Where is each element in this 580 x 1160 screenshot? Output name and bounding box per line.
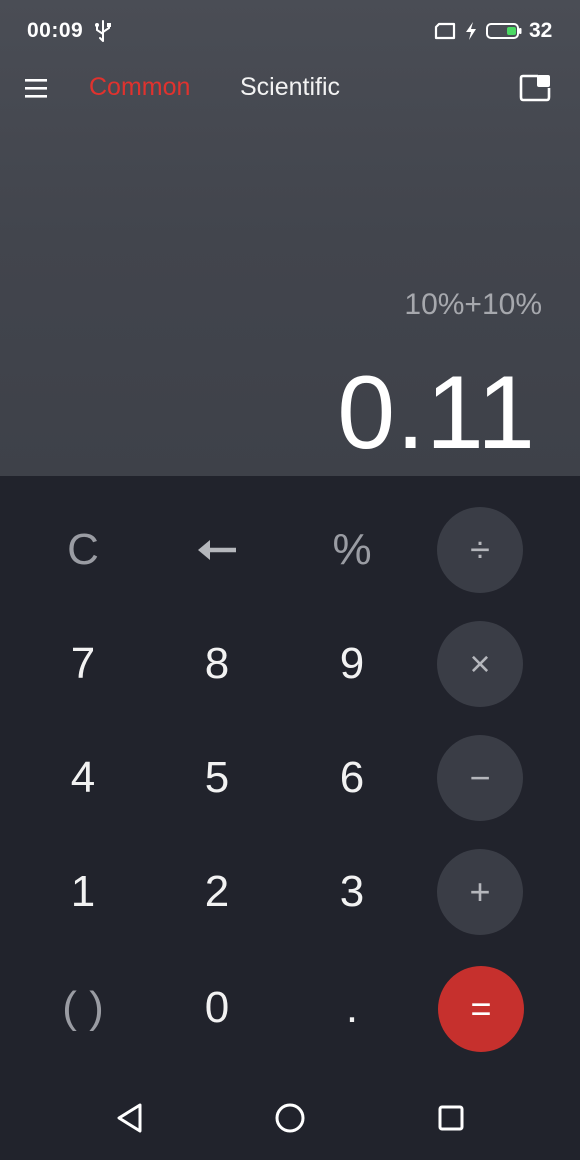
menu-button[interactable] (22, 72, 50, 104)
floating-window-icon (519, 74, 551, 102)
percent-button[interactable]: % (308, 506, 396, 594)
digit-7-button[interactable]: 7 (39, 620, 127, 708)
recents-icon (438, 1105, 464, 1131)
result-display: 0.11 (337, 355, 536, 471)
add-button[interactable]: + (437, 849, 523, 935)
battery-level: 32 (529, 19, 553, 42)
clear-button[interactable]: C (39, 506, 127, 594)
back-icon (117, 1103, 142, 1133)
home-icon (275, 1103, 305, 1133)
digit-5-button[interactable]: 5 (173, 734, 261, 822)
digit-6-button[interactable]: 6 (308, 734, 396, 822)
navigation-bar (0, 1090, 580, 1160)
nav-home-button[interactable] (270, 1098, 310, 1138)
digit-0-button[interactable]: 0 (173, 964, 261, 1052)
expression-display: 10%+10% (404, 288, 542, 321)
divide-button[interactable]: ÷ (437, 507, 523, 593)
usb-icon (95, 20, 111, 42)
parentheses-button[interactable]: ( ) (39, 964, 127, 1052)
digit-8-button[interactable]: 8 (173, 620, 261, 708)
nav-back-button[interactable] (110, 1098, 150, 1138)
digit-3-button[interactable]: 3 (308, 848, 396, 936)
sim-icon (434, 22, 456, 40)
digit-2-button[interactable]: 2 (173, 848, 261, 936)
digit-4-button[interactable]: 4 (39, 734, 127, 822)
nav-recents-button[interactable] (431, 1098, 471, 1138)
backspace-icon (198, 540, 236, 560)
tab-scientific[interactable]: Scientific (240, 73, 340, 102)
digit-1-button[interactable]: 1 (39, 848, 127, 936)
tab-common[interactable]: Common (89, 73, 190, 102)
equals-button[interactable]: = (438, 966, 524, 1052)
digit-9-button[interactable]: 9 (308, 620, 396, 708)
floating-window-button[interactable] (518, 73, 552, 103)
subtract-button[interactable]: − (437, 735, 523, 821)
status-time: 00:09 (27, 19, 84, 42)
backspace-button[interactable] (173, 506, 261, 594)
battery-icon (486, 23, 522, 39)
menu-icon (25, 79, 47, 98)
status-bar: 00:09 32 (0, 0, 580, 62)
multiply-button[interactable]: × (437, 621, 523, 707)
decimal-button[interactable]: . (308, 964, 396, 1052)
charging-icon (466, 22, 476, 40)
